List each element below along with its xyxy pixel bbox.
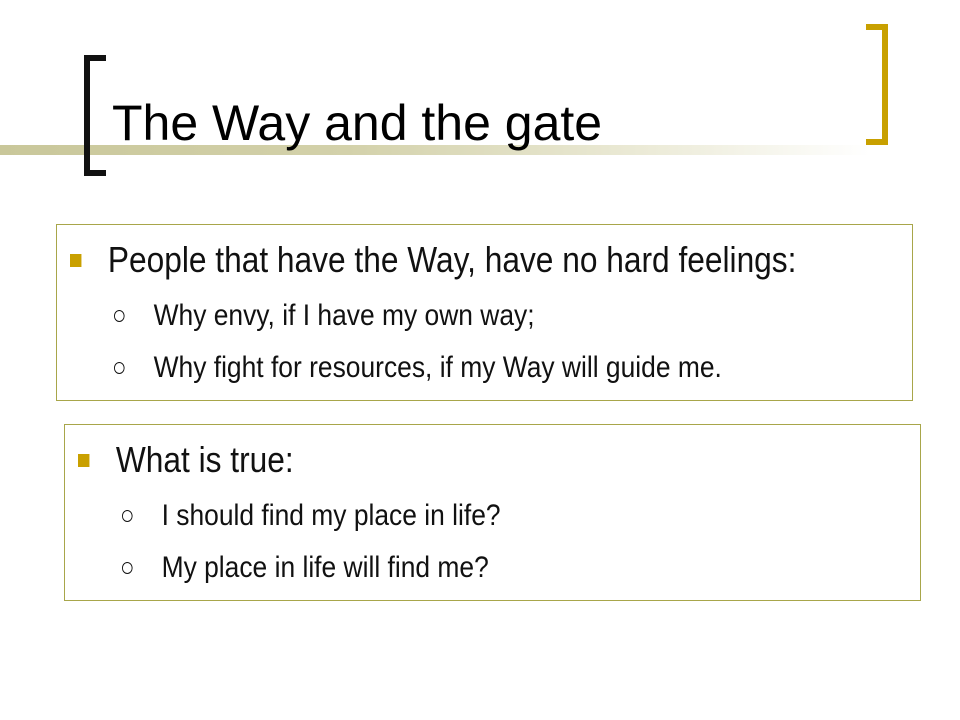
left-bracket-decoration <box>84 55 106 176</box>
box1-heading-row: People that have the Way, have no hard f… <box>70 238 796 282</box>
box1-item-1-row: Why envy, if I have my own way; <box>114 297 535 335</box>
box2-item-1-row: I should find my place in life? <box>122 497 501 535</box>
circle-bullet-icon <box>122 510 133 522</box>
box1-heading: People that have the Way, have no hard f… <box>107 239 797 280</box>
box1-item-2: Why fight for resources, if my Way will … <box>153 351 722 384</box>
box2-item-1: I should find my place in life? <box>161 499 501 532</box>
circle-bullet-icon <box>122 562 133 574</box>
circle-bullet-icon <box>114 310 125 322</box>
box1-item-2-row: Why fight for resources, if my Way will … <box>114 349 722 387</box>
square-bullet-icon <box>78 453 90 467</box>
right-bracket-decoration <box>866 24 888 145</box>
box2-heading-row: What is true: <box>78 438 294 482</box>
box2-heading: What is true: <box>115 439 294 480</box>
slide-title: The Way and the gate <box>112 95 603 151</box>
circle-bullet-icon <box>114 362 125 374</box>
box1-item-1: Why envy, if I have my own way; <box>153 299 535 332</box>
square-bullet-icon <box>70 253 82 267</box>
box2-item-2-row: My place in life will find me? <box>122 549 489 587</box>
box2-item-2: My place in life will find me? <box>161 551 489 584</box>
